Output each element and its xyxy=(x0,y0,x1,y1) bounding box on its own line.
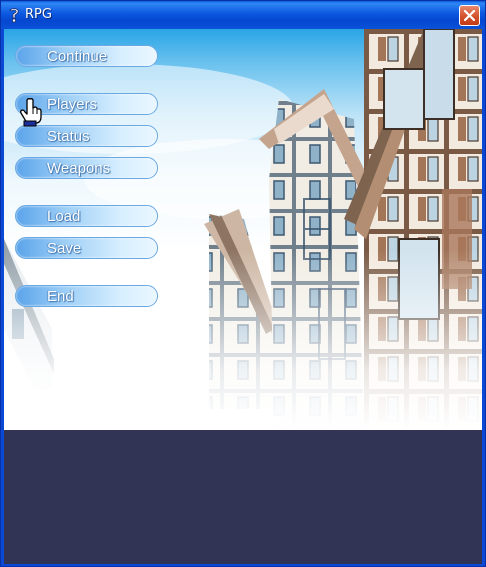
menu-button-save[interactable]: Save xyxy=(15,237,158,259)
app-window: RPG Continue Players Status Weapons Load… xyxy=(0,0,486,567)
pointing-hand-icon xyxy=(20,98,42,127)
menu-label: Save xyxy=(47,240,82,257)
menu-label: Continue xyxy=(47,48,108,65)
menu-button-end[interactable]: End xyxy=(15,285,158,307)
menu-label: Load xyxy=(47,208,81,225)
menu-label: Weapons xyxy=(47,160,111,177)
menu-button-load[interactable]: Load xyxy=(15,205,158,227)
menu-button-status[interactable]: Status xyxy=(15,125,158,147)
close-icon xyxy=(464,10,475,21)
timber-houses-illustration xyxy=(4,29,482,430)
close-button[interactable] xyxy=(459,5,480,26)
message-panel xyxy=(4,430,482,564)
app-icon xyxy=(9,8,19,23)
title-bar[interactable]: RPG xyxy=(1,1,485,29)
title-screen-scene: Continue Players Status Weapons Load Sav… xyxy=(4,29,482,430)
menu-label: Status xyxy=(47,128,90,145)
menu-label: Players xyxy=(47,96,98,113)
menu-label: End xyxy=(47,288,74,305)
window-title: RPG xyxy=(25,7,52,22)
menu-button-weapons[interactable]: Weapons xyxy=(15,157,158,179)
game-client-area: Continue Players Status Weapons Load Sav… xyxy=(4,29,482,564)
menu-button-continue[interactable]: Continue xyxy=(15,45,158,67)
